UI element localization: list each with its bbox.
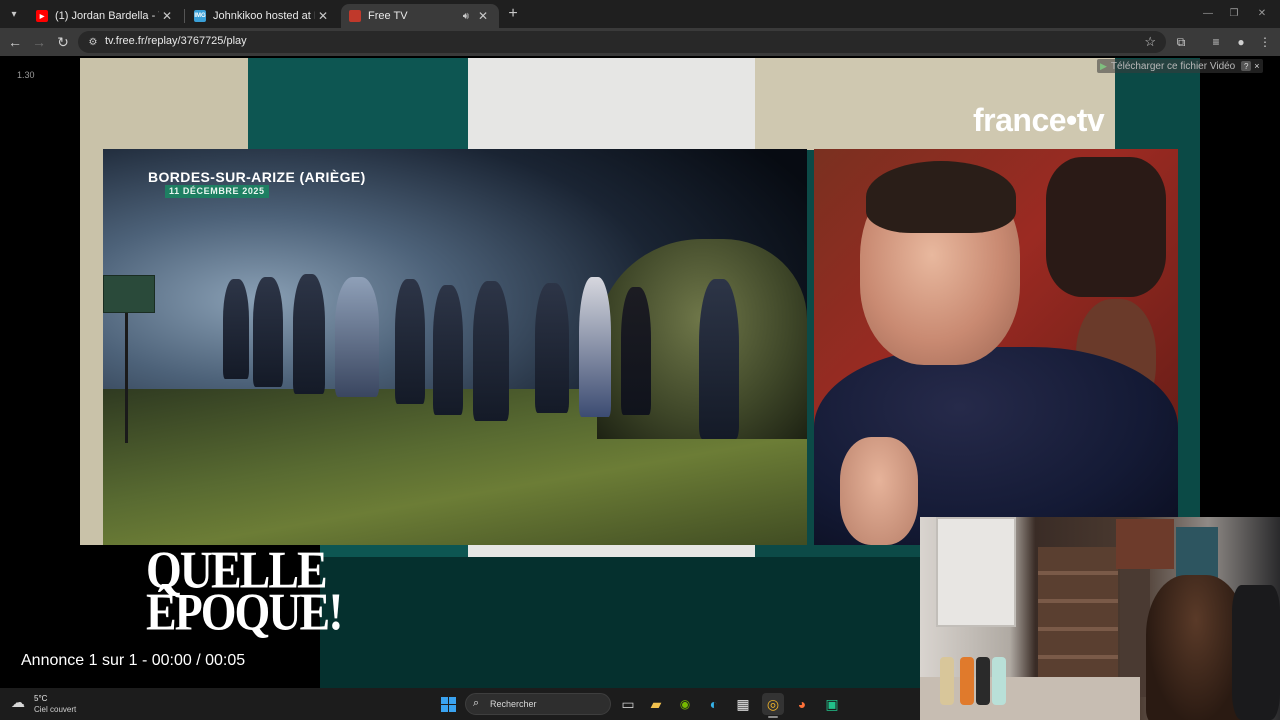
extensions-icon[interactable]: ⧉ (1171, 32, 1191, 52)
logo-line-2: ÉPOQUE! (146, 582, 344, 641)
tab-search-icon[interactable]: ▾ (4, 4, 24, 24)
police-figure (433, 285, 463, 415)
freetv-icon (349, 10, 361, 22)
room-window (936, 517, 1016, 627)
address-bar[interactable]: ⚙ tv.free.fr/replay/3767725/play ☆ (78, 31, 1166, 53)
guest-hair (866, 161, 1016, 233)
restore-icon[interactable]: ❐ (1222, 4, 1246, 22)
browser-toolbar: ← → ↻ ⚙ tv.free.fr/replay/3767725/play ☆… (0, 28, 1280, 56)
imgbb-icon: IMG (194, 10, 206, 22)
date-badge: 11 DÉCEMBRE 2025 (165, 185, 269, 198)
studio-guest-video (814, 149, 1178, 545)
close-tab-icon[interactable]: ✕ (475, 9, 491, 23)
bottle (992, 657, 1006, 705)
windows-taskbar: ☁ 5°C Ciel couvert ⌕ Rechercher ▭ ▰ ◉ ◐ … (0, 688, 920, 720)
riot-shield (335, 277, 379, 397)
tab-divider (184, 9, 185, 23)
tab-strip: ▾ ▶ (1) Jordan Bardella - YouTube ✕ IMG … (0, 0, 1280, 28)
youtube-icon: ▶ (36, 10, 48, 22)
close-tab-icon[interactable]: ✕ (159, 9, 175, 23)
bookmark-star-icon[interactable]: ☆ (1144, 34, 1156, 50)
police-figure (293, 274, 325, 394)
sign-pole (125, 313, 128, 443)
police-figure (395, 279, 425, 404)
police-figure (223, 279, 249, 379)
play-icon: ▶ (1100, 60, 1107, 71)
store-icon[interactable]: ▦ (732, 693, 754, 715)
civilian-figure (579, 277, 611, 417)
nvidia-icon[interactable]: ◉ (674, 693, 696, 715)
file-explorer-icon[interactable]: ▰ (645, 693, 667, 715)
download-label[interactable]: Télécharger ce fichier Vidéo (1111, 61, 1235, 72)
wall-poster (1176, 527, 1218, 579)
police-figure (535, 283, 569, 413)
start-icon[interactable] (437, 693, 459, 715)
tab-youtube[interactable]: ▶ (1) Jordan Bardella - YouTube ✕ (28, 4, 183, 28)
close-window-icon[interactable]: ✕ (1250, 4, 1274, 22)
tab-title: Johnkikoo hosted at ImgBB — I (213, 10, 315, 22)
wall-poster (1116, 519, 1174, 569)
new-tab-button[interactable]: + (503, 4, 523, 24)
task-view-icon[interactable]: ▭ (617, 693, 639, 715)
studio-panel-white (468, 58, 755, 150)
edge-icon[interactable]: ◐ (703, 693, 725, 715)
cloudy-icon[interactable]: ☁ (11, 694, 25, 711)
reload-icon[interactable]: ↻ (53, 32, 73, 52)
police-figure (473, 281, 509, 421)
minimize-icon[interactable]: — (1196, 4, 1220, 22)
speaker-icon[interactable]: 🔊︎ (463, 11, 469, 22)
tab-title: (1) Jordan Bardella - YouTube (55, 10, 159, 22)
room-shelf (1038, 547, 1118, 697)
menu-kebab-icon[interactable]: ⋮ (1255, 32, 1275, 52)
tab-imgbb[interactable]: IMG Johnkikoo hosted at ImgBB — I ✕ (186, 4, 339, 28)
bottle (976, 657, 990, 705)
location-caption: BORDES-SUR-ARIZE (ARIÈGE) (148, 169, 366, 185)
search-icon: ⌕ (473, 697, 480, 709)
chrome-icon[interactable]: ◎ (762, 693, 784, 715)
back-icon[interactable]: ← (5, 32, 25, 52)
quelle-epoque-logo: QUELLE ÉPOQUE! (146, 543, 344, 638)
tab-title: Free TV (368, 10, 408, 22)
scale-label: 1.30 (17, 70, 35, 80)
site-info-icon[interactable]: ⚙ (86, 35, 100, 49)
help-button[interactable]: ? (1241, 61, 1252, 71)
app-green-icon[interactable]: ▣ (821, 693, 843, 715)
taskbar-search[interactable]: ⌕ Rechercher (465, 693, 611, 715)
close-tab-icon[interactable]: ✕ (315, 9, 331, 23)
weather-description[interactable]: Ciel couvert (34, 705, 76, 714)
media-controls-icon[interactable]: ≡ (1206, 32, 1226, 52)
ad-status-text: Annonce 1 sur 1 - 00:00 / 00:05 (21, 652, 246, 669)
webcam-overlay (920, 517, 1280, 720)
chair (1232, 585, 1280, 720)
news-footage: BORDES-SUR-ARIZE (ARIÈGE) 11 DÉCEMBRE 20… (103, 149, 807, 545)
streamer (1146, 575, 1246, 720)
bottle (960, 657, 974, 705)
close-download-bar-button[interactable]: × (1254, 61, 1259, 71)
france-tv-logo: france•tv (973, 102, 1105, 138)
guest-hand (840, 437, 918, 545)
police-figure (699, 279, 739, 439)
firefox-icon[interactable]: ◕ (791, 693, 813, 715)
weather-temperature[interactable]: 5°C (34, 694, 47, 703)
download-video-bar[interactable]: ▶ Télécharger ce fichier Vidéo ? × (1097, 59, 1263, 73)
search-placeholder: Rechercher (490, 699, 537, 709)
url-text[interactable]: tv.free.fr/replay/3767725/play (105, 35, 247, 47)
civilian-figure (621, 287, 651, 415)
tab-free-tv[interactable]: Free TV 🔊︎ ✕ (341, 4, 499, 28)
studio-panel-white-bottom (468, 545, 755, 557)
profile-avatar-icon[interactable]: ● (1231, 32, 1251, 52)
active-app-indicator (768, 716, 778, 718)
road-sign (103, 275, 155, 313)
bottle (940, 657, 954, 705)
police-figure (253, 277, 283, 387)
forward-icon[interactable]: → (29, 32, 49, 52)
background-figure (1046, 157, 1166, 297)
